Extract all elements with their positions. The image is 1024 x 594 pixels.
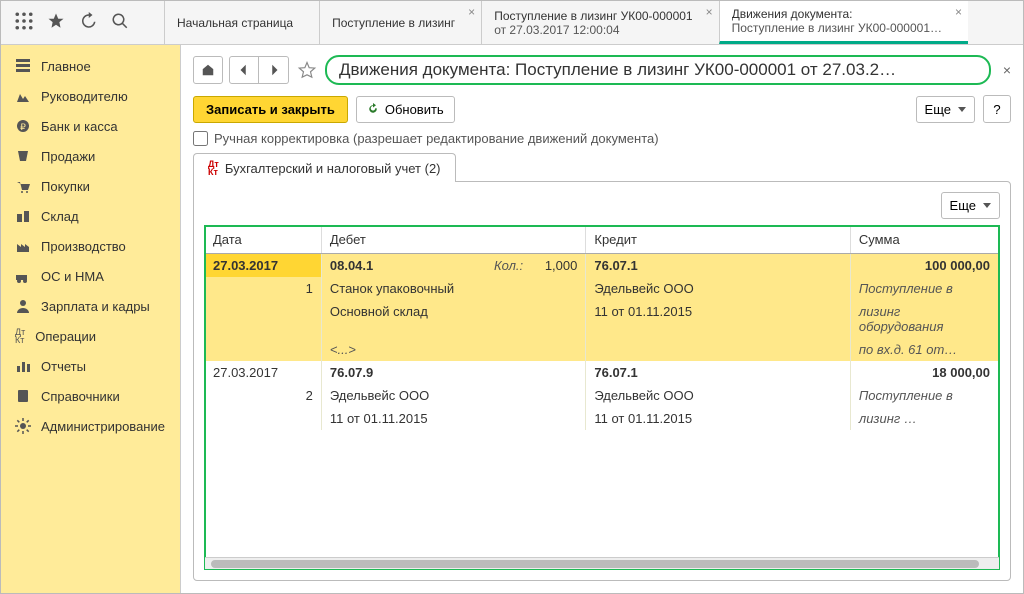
sidebar-item-sales[interactable]: Продажи — [1, 141, 180, 171]
sidebar-item-bank[interactable]: ₽ Банк и касса — [1, 111, 180, 141]
home-button[interactable] — [193, 56, 223, 84]
sidebar-item-label: ОС и НМА — [41, 269, 104, 284]
table-row[interactable]: Основной склад 11 от 01.11.2015 лизингоб… — [205, 300, 999, 338]
sidebar-item-warehouse[interactable]: Склад — [1, 201, 180, 231]
cell-debit: 08.04.1 Кол.: 1,000 — [321, 254, 586, 278]
cell-date: 27.03.2017 — [205, 254, 321, 278]
grid-header-row: Дата Дебет Кредит Сумма — [205, 226, 999, 254]
tab-doc3[interactable]: Движения документа: Поступление в лизинг… — [719, 1, 968, 44]
tab-home[interactable]: Начальная страница — [164, 1, 319, 44]
tab-doc1[interactable]: Поступление в лизинг × — [319, 1, 481, 44]
sidebar-item-admin[interactable]: Администрирование — [1, 411, 180, 441]
sidebar-item-label: Покупки — [41, 179, 90, 194]
sidebar-item-label: Отчеты — [41, 359, 86, 374]
doc-title: Движения документа: Поступление в лизинг… — [339, 60, 896, 80]
sidebar-item-assets[interactable]: ОС и НМА — [1, 261, 180, 291]
sidebar-item-label: Производство — [41, 239, 126, 254]
sidebar-item-label: Продажи — [41, 149, 95, 164]
sidebar-item-label: Зарплата и кадры — [41, 299, 150, 314]
dtkt-icon: ДтКт — [208, 160, 219, 176]
table-row[interactable]: 1 Станок упаковочный Эдельвейс ООО Посту… — [205, 277, 999, 300]
tab-subtitle: от 27.03.2017 12:00:04 — [494, 23, 692, 37]
sidebar-item-manager[interactable]: Руководителю — [1, 81, 180, 111]
tab-label: Поступление в лизинг УК00-000001 — [494, 9, 692, 23]
tab-label: Поступление в лизинг — [332, 16, 455, 30]
sidebar-item-label: Склад — [41, 209, 79, 224]
col-date[interactable]: Дата — [205, 226, 321, 254]
toolbar-actions: Записать и закрыть Обновить Еще ? — [193, 95, 1011, 123]
help-button[interactable]: ? — [983, 95, 1011, 123]
grid-more-button[interactable]: Еще — [941, 192, 1000, 219]
apps-icon[interactable] — [15, 12, 33, 33]
save-close-button[interactable]: Записать и закрыть — [193, 96, 348, 123]
svg-text:₽: ₽ — [20, 122, 26, 132]
appbar-tools — [1, 1, 164, 44]
close-icon[interactable]: × — [706, 5, 713, 19]
refresh-label: Обновить — [385, 102, 444, 117]
col-debit[interactable]: Дебет — [321, 226, 586, 254]
table-row[interactable]: 2 Эдельвейс ООО Эдельвейс ООО Поступлени… — [205, 384, 999, 407]
manual-edit-row: Ручная корректировка (разрешает редактир… — [193, 131, 1011, 146]
col-sum[interactable]: Сумма — [850, 226, 998, 254]
accounting-panel: Еще Дата Дебет Кредит Сумма — [193, 181, 1011, 581]
tab-subtitle: Поступление в лизинг УК00-000001… — [732, 21, 942, 35]
close-icon[interactable]: × — [468, 5, 475, 19]
forward-button[interactable] — [259, 56, 289, 84]
doc-title-highlight: Движения документа: Поступление в лизинг… — [325, 55, 991, 85]
nav-group — [229, 56, 289, 84]
tab-label: Начальная страница — [177, 16, 293, 30]
cell-credit: 76.07.1 — [586, 254, 851, 278]
sidebar-item-label: Главное — [41, 59, 91, 74]
tab-label: Движения документа: — [732, 7, 942, 21]
tabs: Начальная страница Поступление в лизинг … — [164, 1, 1023, 44]
tab-doc2[interactable]: Поступление в лизинг УК00-000001 от 27.0… — [481, 1, 718, 44]
sidebar-item-label: Администрирование — [41, 419, 165, 434]
manual-edit-label: Ручная корректировка (разрешает редактир… — [214, 131, 659, 146]
content: Движения документа: Поступление в лизинг… — [181, 45, 1023, 593]
table-row[interactable]: 27.03.2017 76.07.9 76.07.1 18 000,00 — [205, 361, 999, 384]
sidebar-item-label: Банк и касса — [41, 119, 118, 134]
history-icon[interactable] — [79, 12, 97, 33]
sidebar-item-operations[interactable]: ДтКтОперации — [1, 321, 180, 351]
accounting-grid: Дата Дебет Кредит Сумма 27.03.2017 08.04… — [205, 226, 999, 430]
table-row[interactable]: 11 от 01.11.2015 11 от 01.11.2015 лизинг… — [205, 407, 999, 430]
sidebar-item-production[interactable]: Производство — [1, 231, 180, 261]
refresh-button[interactable]: Обновить — [356, 96, 455, 123]
grid-wrap: Дата Дебет Кредит Сумма 27.03.2017 08.04… — [204, 225, 1000, 570]
appbar: Начальная страница Поступление в лизинг … — [1, 1, 1023, 45]
sidebar-item-purchases[interactable]: Покупки — [1, 171, 180, 201]
sidebar: Главное Руководителю ₽ Банк и касса Прода… — [1, 45, 181, 593]
sidebar-item-reports[interactable]: Отчеты — [1, 351, 180, 381]
horizontal-scrollbar[interactable] — [205, 557, 999, 569]
layout: Главное Руководителю ₽ Банк и касса Прода… — [1, 45, 1023, 593]
close-icon[interactable]: × — [1003, 62, 1011, 78]
accounting-tab[interactable]: ДтКт Бухгалтерский и налоговый учет (2) — [193, 153, 456, 182]
more-button[interactable]: Еще — [916, 96, 975, 123]
back-button[interactable] — [229, 56, 259, 84]
sidebar-item-label: Операции — [35, 329, 96, 344]
cell-sum: 100 000,00 — [850, 254, 998, 278]
manual-edit-checkbox[interactable] — [193, 131, 208, 146]
sidebar-item-dictionaries[interactable]: Справочники — [1, 381, 180, 411]
toolbar-nav: Движения документа: Поступление в лизинг… — [193, 55, 1011, 85]
sidebar-item-hr[interactable]: Зарплата и кадры — [1, 291, 180, 321]
table-row[interactable]: <...> по вх.д. 61 от… — [205, 338, 999, 361]
col-credit[interactable]: Кредит — [586, 226, 851, 254]
table-row[interactable]: 27.03.2017 08.04.1 Кол.: 1,000 76.07.1 1… — [205, 254, 999, 278]
sidebar-item-main[interactable]: Главное — [1, 51, 180, 81]
favorite-star-icon[interactable] — [295, 60, 319, 80]
sidebar-item-label: Справочники — [41, 389, 120, 404]
close-icon[interactable]: × — [955, 5, 962, 19]
sidebar-item-label: Руководителю — [41, 89, 128, 104]
search-icon[interactable] — [111, 12, 129, 33]
accounting-tab-label: Бухгалтерский и налоговый учет (2) — [225, 161, 441, 176]
star-icon[interactable] — [47, 12, 65, 33]
